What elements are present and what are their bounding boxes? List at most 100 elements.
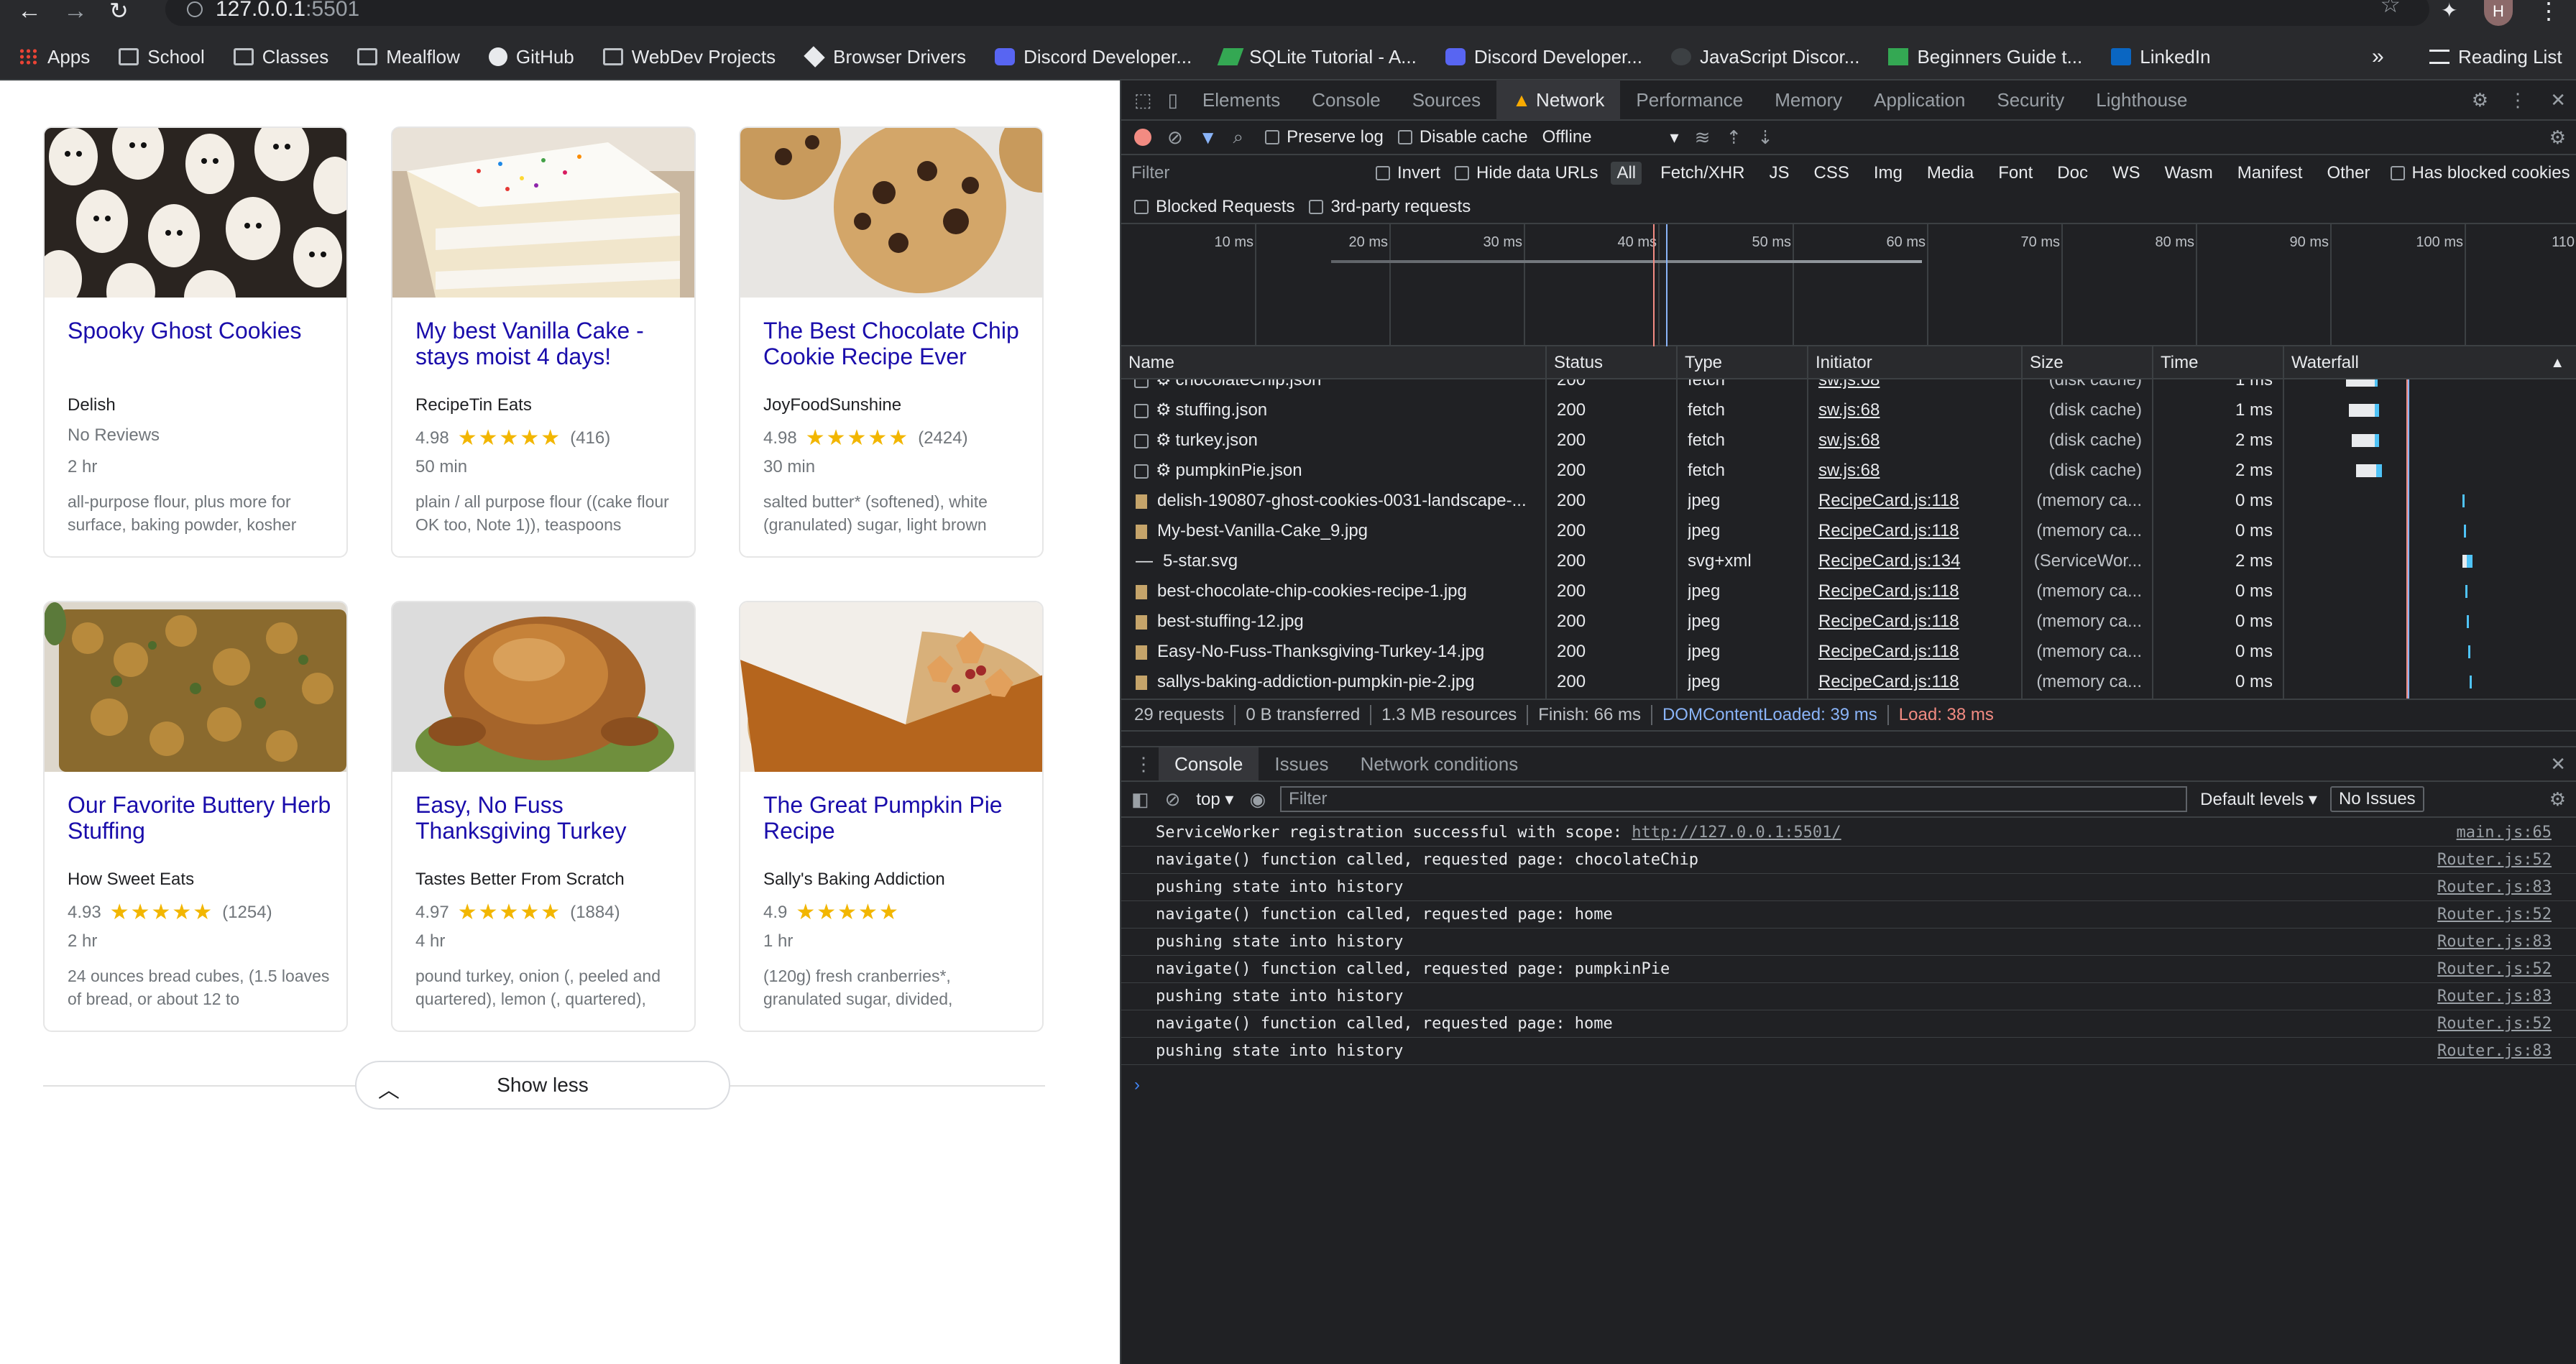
request-initiator[interactable]: sw.js:68 — [1818, 425, 2012, 456]
type-filter-css[interactable]: CSS — [1808, 162, 1855, 185]
recipe-title[interactable]: Easy, No Fuss Thanksgiving Turkey — [415, 792, 681, 844]
request-name[interactable]: best-chocolate-chip-cookies-recipe-1.jpg — [1121, 576, 1541, 607]
recipe-title[interactable]: The Great Pumpkin Pie Recipe — [763, 792, 1029, 844]
filter-funnel-icon[interactable]: ▼ — [1199, 126, 1218, 149]
request-name[interactable]: My-best-Vanilla-Cake_9.jpg — [1121, 516, 1541, 546]
request-name[interactable]: —5-star.svg — [1121, 546, 1541, 576]
close-drawer-icon[interactable]: ✕ — [2550, 753, 2566, 775]
request-row[interactable]: delish-190807-ghost-cookies-0031-landsca… — [1121, 486, 2576, 516]
recipe-card[interactable]: Our Favorite Buttery Herb Stuffing How S… — [43, 601, 348, 1032]
console-filter-input[interactable]: Filter — [1280, 786, 2188, 812]
request-row[interactable]: Easy-No-Fuss-Thanksgiving-Turkey-14.jpg 2… — [1121, 637, 2576, 667]
tab-console[interactable]: Console — [1296, 80, 1396, 120]
context-select[interactable]: top ▾ — [1196, 789, 1233, 810]
request-row[interactable]: ⚙ turkey.json 200 fetch sw.js:68 (disk cache)… — [1121, 425, 2576, 456]
recipe-card[interactable]: Easy, No Fuss Thanksgiving Turkey Tastes… — [391, 601, 696, 1032]
recipe-title[interactable]: The Best Chocolate Chip Cookie Recipe Ev… — [763, 318, 1029, 369]
request-row[interactable]: sallys-baking-addiction-pumpkin-pie-2.jp… — [1121, 667, 2576, 697]
device-toolbar-icon[interactable]: ▯ — [1168, 89, 1178, 111]
request-initiator[interactable]: RecipeCard.js:118 — [1818, 667, 2012, 697]
request-name[interactable]: ⚙ pumpkinPie.json — [1121, 456, 1541, 486]
type-filter-doc[interactable]: Doc — [2051, 162, 2094, 185]
more-options-icon[interactable]: ⋮ — [2508, 89, 2527, 111]
hide-data-urls-checkbox[interactable]: Hide data URLs — [1455, 163, 1598, 183]
record-icon[interactable] — [1134, 129, 1151, 146]
request-row[interactable]: ⚙ chocolateChip.json 200 fetch sw.js:68 (disk… — [1121, 379, 2576, 395]
reading-list-button[interactable]: Reading List — [2429, 46, 2562, 68]
bookmarks-overflow-icon[interactable]: » — [2372, 45, 2384, 69]
console-source-link[interactable]: Router.js:83 — [2437, 928, 2552, 956]
bookmark-classes[interactable]: Classes — [233, 46, 328, 68]
tab-lighthouse[interactable]: Lighthouse — [2080, 80, 2203, 120]
extensions-puzzle-icon[interactable]: ✦ — [2441, 0, 2457, 22]
request-name[interactable]: sallys-baking-addiction-pumpkin-pie-2.jp… — [1121, 667, 1541, 697]
col-name[interactable]: Name — [1121, 346, 1547, 379]
has-blocked-cookies-checkbox[interactable]: Has blocked cookies — [2390, 163, 2570, 183]
tab-application[interactable]: Application — [1858, 80, 1981, 120]
checkbox[interactable] — [1309, 200, 1324, 214]
type-filter-manifest[interactable]: Manifest — [2232, 162, 2309, 185]
request-initiator[interactable]: RecipeCard.js:118 — [1818, 576, 2012, 607]
checkbox[interactable] — [1265, 130, 1280, 144]
drawer-menu-icon[interactable]: ⋮ — [1134, 753, 1153, 775]
recipe-card[interactable]: The Best Chocolate Chip Cookie Recipe Ev… — [739, 126, 1044, 558]
request-name[interactable]: ⚙ chocolateChip.json — [1121, 379, 1541, 395]
request-initiator[interactable]: sw.js:68 — [1818, 379, 2012, 395]
search-icon[interactable]: ⌕ — [1233, 126, 1244, 149]
show-less-button[interactable]: ︿ Show less — [355, 1061, 730, 1110]
type-filter-media[interactable]: Media — [1921, 162, 1979, 185]
checkbox[interactable] — [1134, 379, 1149, 388]
address-bar[interactable]: 127.0.0.1:5501 ☆ — [165, 0, 2429, 26]
tab-security[interactable]: Security — [1981, 80, 2080, 120]
request-name[interactable]: delish-190807-ghost-cookies-0031-landsca… — [1121, 486, 1541, 516]
request-name[interactable]: best-stuffing-12.jpg — [1121, 607, 1541, 637]
request-row[interactable]: ⚙ stuffing.json 200 fetch sw.js:68 (disk cach… — [1121, 395, 2576, 425]
console-source-link[interactable]: main.js:65 — [2457, 819, 2552, 847]
back-arrow-icon[interactable]: ← — [17, 0, 42, 23]
drawer-tab-console[interactable]: Console — [1159, 747, 1259, 780]
request-initiator[interactable]: sw.js:68 — [1818, 395, 2012, 425]
checkbox[interactable] — [1376, 166, 1390, 180]
tab-elements[interactable]: Elements — [1187, 80, 1296, 120]
drawer-tab-network-conditions[interactable]: Network conditions — [1345, 747, 1535, 780]
console-source-link[interactable]: Router.js:52 — [2437, 901, 2552, 928]
request-name[interactable]: ⚙ turkey.json — [1121, 425, 1541, 456]
recipe-title[interactable]: Spooky Ghost Cookies — [68, 318, 334, 344]
log-levels-select[interactable]: Default levels ▾ — [2200, 789, 2317, 810]
type-filter-fetch-xhr[interactable]: Fetch/XHR — [1655, 162, 1750, 185]
recipe-card[interactable]: Spooky Ghost Cookies Delish No Reviews 2… — [43, 126, 348, 558]
type-filter-wasm[interactable]: Wasm — [2159, 162, 2219, 185]
bookmark-star-icon[interactable]: ☆ — [2380, 0, 2401, 16]
request-initiator[interactable]: sw.js:68 — [1818, 456, 2012, 486]
col-initiator[interactable]: Initiator — [1808, 346, 2023, 379]
bookmark-discord-developer-1[interactable]: Discord Developer... — [995, 46, 1192, 68]
console-settings-icon[interactable]: ⚙ — [2549, 788, 2566, 811]
request-row[interactable]: —5-star.svg 200 svg+xml RecipeCard.js:134 (S… — [1121, 546, 2576, 576]
checkbox[interactable] — [1134, 200, 1149, 214]
request-initiator[interactable]: RecipeCard.js:134 — [1818, 546, 2012, 576]
bookmark-mealflow[interactable]: Mealflow — [357, 46, 460, 68]
close-devtools-icon[interactable]: ✕ — [2550, 89, 2566, 111]
export-har-icon[interactable]: ⇣ — [1757, 126, 1773, 149]
bookmark-webdev-projects[interactable]: WebDev Projects — [602, 46, 776, 68]
recipe-card[interactable]: The Great Pumpkin Pie Recipe Sally's Bak… — [739, 601, 1044, 1032]
throttling-select[interactable]: Offline ▾ — [1542, 127, 1679, 148]
tab-network[interactable]: ▲ Network — [1496, 80, 1621, 120]
checkbox[interactable] — [1134, 403, 1149, 418]
forward-arrow-icon[interactable]: → — [63, 0, 88, 23]
type-filter-js[interactable]: JS — [1764, 162, 1795, 185]
third-party-requests-checkbox[interactable]: 3rd-party requests — [1309, 197, 1471, 217]
request-row[interactable]: best-chocolate-chip-cookies-recipe-1.jpg… — [1121, 576, 2576, 607]
network-filter-input[interactable]: Filter — [1131, 163, 1361, 183]
request-row[interactable]: best-stuffing-12.jpg 200 jpeg RecipeCard.js… — [1121, 607, 2576, 637]
bookmark-javascript-discord[interactable]: JavaScript Discor... — [1670, 46, 1859, 68]
recipe-card[interactable]: My best Vanilla Cake - stays moist 4 day… — [391, 126, 696, 558]
col-size[interactable]: Size — [2023, 346, 2153, 379]
bookmark-beginners-guide[interactable]: Beginners Guide t... — [1888, 46, 2082, 68]
bookmark-browser-drivers[interactable]: Browser Drivers — [804, 46, 966, 68]
network-settings-icon[interactable]: ⚙ — [2549, 126, 2566, 149]
import-har-icon[interactable]: ⇡ — [1726, 126, 1742, 149]
console-source-link[interactable]: Router.js:52 — [2437, 956, 2552, 983]
settings-gear-icon[interactable]: ⚙ — [2472, 89, 2488, 111]
request-row[interactable]: My-best-Vanilla-Cake_9.jpg 200 jpeg RecipeC… — [1121, 516, 2576, 546]
